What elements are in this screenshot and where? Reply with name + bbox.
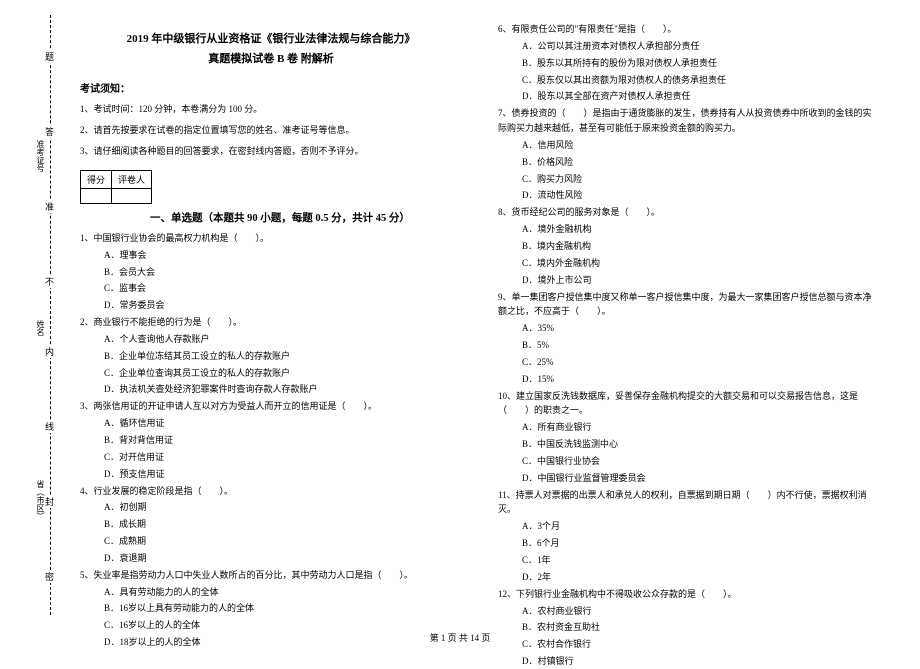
binding-label-3: 内 <box>43 345 56 358</box>
question-option: D．境外上市公司 <box>522 273 880 288</box>
question-option: C．股东仅以其出资额为限对债权人的债务承担责任 <box>522 73 880 88</box>
question-option: B．境内金融机构 <box>522 239 880 254</box>
question-option: A．所有商业银行 <box>522 420 880 435</box>
question-option: B．成长期 <box>104 517 462 532</box>
question-stem: 7、债券投资的（ ）是指由于通货膨胀的发生，债券持有人从投资债券中所收到的金钱的… <box>498 106 880 136</box>
binding-margin: 密 封 线 内 不 准 答 题 省（市区） 姓名 准考证号 <box>0 0 70 630</box>
question-stem: 11、持票人对票据的出票人和承兑人的权利，自票据到期日期（ ）内不行使，票据权利… <box>498 488 880 518</box>
question-option: A．3个月 <box>522 519 880 534</box>
score-table: 得分 评卷人 <box>80 170 152 204</box>
question-block: 1、中国银行业协会的最高权力机构是（ ）。 A．理事会 B．会员大会 C．监事会… <box>80 231 462 313</box>
question-stem: 8、货币经纪公司的服务对象是（ ）。 <box>498 205 880 220</box>
question-stem: 3、两张信用证的开证申请人互以对方为受益人而开立的信用证是（ ）。 <box>80 399 462 414</box>
score-table-cell <box>81 188 112 203</box>
question-option: C．企业单位查询其员工设立的私人的存款账户 <box>104 366 462 381</box>
exam-notice-item: 2、请首先按要求在试卷的指定位置填写您的姓名、准考证号等信息。 <box>80 122 462 139</box>
question-block: 7、债券投资的（ ）是指由于通货膨胀的发生，债券持有人从投资债券中所收到的金钱的… <box>498 106 880 203</box>
column-left: 2019 年中级银行从业资格证《银行业法律法规与综合能力》 真题模拟试卷 B 卷… <box>70 20 480 610</box>
question-option: D．中国银行业监督管理委员会 <box>522 471 880 486</box>
question-option: D．常务委员会 <box>104 298 462 313</box>
question-block: 10、建立国家反洗钱数据库，妥善保存金融机构提交的大额交易和可以交易报告信息，这… <box>498 389 880 486</box>
question-option: D．股东以其全部在资产对债权人承担责任 <box>522 89 880 104</box>
question-option: C．1年 <box>522 553 880 568</box>
question-option: B．中国反洗钱监测中心 <box>522 437 880 452</box>
question-option: D．衰退期 <box>104 551 462 566</box>
question-stem: 5、失业率是指劳动力人口中失业人数所占的百分比，其中劳动力人口是指（ ）。 <box>80 568 462 583</box>
score-table-header-score: 得分 <box>81 170 112 188</box>
question-option: C．25% <box>522 355 880 370</box>
question-option: D．15% <box>522 372 880 387</box>
section-title: 一、单选题（本题共 90 小题，每题 0.5 分，共计 45 分） <box>150 210 462 225</box>
question-option: C．购买力风险 <box>522 172 880 187</box>
question-option: C．境内外金融机构 <box>522 256 880 271</box>
question-option: A．个人查询他人存款账户 <box>104 332 462 347</box>
fold-field-name: 姓名 <box>6 320 46 339</box>
binding-label-6: 答 <box>43 125 56 138</box>
question-stem: 1、中国银行业协会的最高权力机构是（ ）。 <box>80 231 462 246</box>
question-stem: 12、下列银行业金融机构中不得吸收公众存款的是（ ）。 <box>498 587 880 602</box>
question-option: B．背对背信用证 <box>104 433 462 448</box>
question-option: D．执法机关查处经济犯罪案件时查询存款人存款账户 <box>104 382 462 397</box>
binding-label-5: 准 <box>43 200 56 213</box>
question-option: A．35% <box>522 321 880 336</box>
page-footer: 第 1 页 共 14 页 <box>0 631 920 644</box>
score-table-header-grader: 评卷人 <box>112 170 152 188</box>
question-block: 6、有限责任公司的"有限责任"是指（ ）。 A．公司以其注册资本对债权人承担部分… <box>498 22 880 104</box>
score-table-cell <box>112 188 152 203</box>
page-content: 2019 年中级银行从业资格证《银行业法律法规与综合能力》 真题模拟试卷 B 卷… <box>0 0 920 620</box>
question-option: B．会员大会 <box>104 265 462 280</box>
question-option: A．信用风险 <box>522 138 880 153</box>
binding-dashed-line <box>50 15 51 615</box>
fold-field-province-label: 省（市区） <box>35 480 46 520</box>
question-option: B．企业单位冻结其员工设立的私人的存款账户 <box>104 349 462 364</box>
question-option: D．2年 <box>522 570 880 585</box>
question-option: B．股东以其所持有的股份为限对债权人承担责任 <box>522 56 880 71</box>
exam-notice-header: 考试须知： <box>80 80 462 95</box>
question-block: 4、行业发展的稳定阶段是指（ ）。 A．初创期 B．成长期 C．成熟期 D．衰退… <box>80 484 462 566</box>
question-block: 11、持票人对票据的出票人和承兑人的权利，自票据到期日期（ ）内不行使，票据权利… <box>498 488 880 585</box>
question-stem: 10、建立国家反洗钱数据库，妥善保存金融机构提交的大额交易和可以交易报告信息，这… <box>498 389 880 419</box>
question-option: D．预支信用证 <box>104 467 462 482</box>
question-stem: 4、行业发展的稳定阶段是指（ ）。 <box>80 484 462 499</box>
question-stem: 6、有限责任公司的"有限责任"是指（ ）。 <box>498 22 880 37</box>
question-block: 9、单一集团客户授信集中度又称单一客户授信集中度，为最大一家集团客户授信总额与资… <box>498 290 880 387</box>
question-option: B．5% <box>522 338 880 353</box>
question-option: D．流动性风险 <box>522 188 880 203</box>
question-option: C．中国银行业协会 <box>522 454 880 469</box>
question-stem: 9、单一集团客户授信集中度又称单一客户授信集中度，为最大一家集团客户授信总额与资… <box>498 290 880 320</box>
question-option: B．16岁以上具有劳动能力的人的全体 <box>104 601 462 616</box>
question-option: A．境外金融机构 <box>522 222 880 237</box>
question-option: C．成熟期 <box>104 534 462 549</box>
fold-field-province: 省（市区） <box>6 480 46 523</box>
question-option: A．初创期 <box>104 500 462 515</box>
page-title-line2: 真题模拟试卷 B 卷 附解析 <box>80 50 462 70</box>
question-option: A．公司以其注册资本对债权人承担部分责任 <box>522 39 880 54</box>
question-stem: 2、商业银行不能拒绝的行为是（ ）。 <box>80 315 462 330</box>
binding-label-2: 线 <box>43 420 56 433</box>
question-option: A．具有劳动能力的人的全体 <box>104 585 462 600</box>
column-right: 6、有限责任公司的"有限责任"是指（ ）。 A．公司以其注册资本对债权人承担部分… <box>480 20 890 610</box>
binding-label-0: 密 <box>43 570 56 583</box>
fold-field-name-label: 姓名 <box>35 320 46 336</box>
question-option: A．循环信用证 <box>104 416 462 431</box>
question-block: 2、商业银行不能拒绝的行为是（ ）。 A．个人查询他人存款账户 B．企业单位冻结… <box>80 315 462 397</box>
fold-field-examno: 准考证号 <box>6 140 46 175</box>
exam-notice-item: 3、请仔细阅读各种题目的回答要求，在密封线内答题，否则不予评分。 <box>80 143 462 160</box>
question-option: A．理事会 <box>104 248 462 263</box>
question-block: 8、货币经纪公司的服务对象是（ ）。 A．境外金融机构 B．境内金融机构 C．境… <box>498 205 880 287</box>
question-block: 3、两张信用证的开证申请人互以对方为受益人而开立的信用证是（ ）。 A．循环信用… <box>80 399 462 481</box>
question-option: B．价格风险 <box>522 155 880 170</box>
question-option: B．6个月 <box>522 536 880 551</box>
binding-label-4: 不 <box>43 275 56 288</box>
question-option: D．村镇银行 <box>522 654 880 669</box>
question-block: 12、下列银行业金融机构中不得吸收公众存款的是（ ）。 A．农村商业银行 B．农… <box>498 587 880 669</box>
question-option: C．对开信用证 <box>104 450 462 465</box>
question-option: A．农村商业银行 <box>522 604 880 619</box>
exam-notice-item: 1、考试时间：120 分钟，本卷满分为 100 分。 <box>80 101 462 118</box>
fold-field-examno-label: 准考证号 <box>35 140 46 172</box>
question-option: C．监事会 <box>104 281 462 296</box>
page-title-line1: 2019 年中级银行从业资格证《银行业法律法规与综合能力》 <box>80 30 462 50</box>
binding-label-7: 题 <box>43 50 56 63</box>
